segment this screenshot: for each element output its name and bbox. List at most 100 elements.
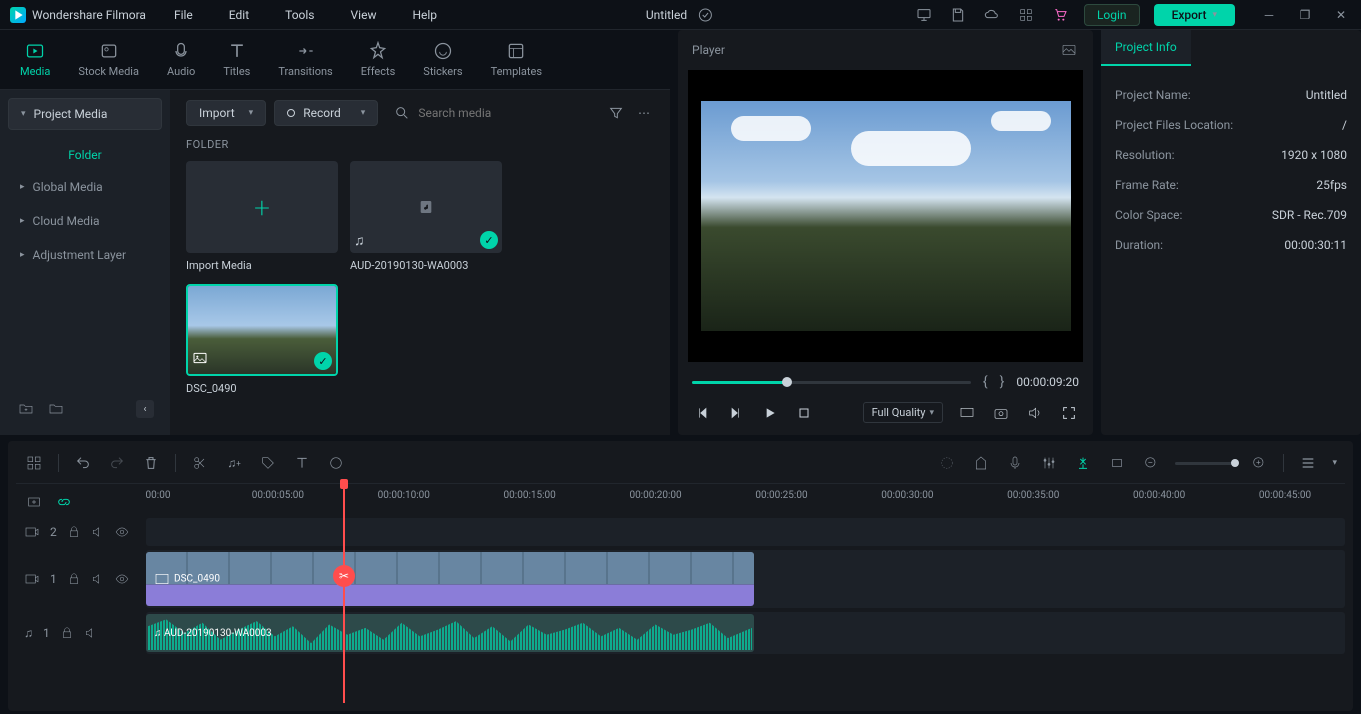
tab-templates[interactable]: Templates bbox=[491, 41, 542, 78]
record-dropdown[interactable]: Record▾ bbox=[274, 100, 378, 126]
video-clip[interactable]: DSC_0490 bbox=[146, 552, 754, 606]
search-icon bbox=[394, 105, 410, 121]
cloud-icon[interactable] bbox=[982, 5, 1002, 25]
play-button[interactable] bbox=[760, 403, 780, 423]
mic-button[interactable] bbox=[1005, 453, 1025, 473]
add-track-button[interactable] bbox=[24, 492, 44, 512]
tab-stock-media[interactable]: Stock Media bbox=[78, 41, 139, 78]
mark-out-button[interactable]: } bbox=[1000, 374, 1005, 390]
collapse-sidebar-button[interactable]: ‹ bbox=[136, 400, 154, 418]
delete-button[interactable] bbox=[141, 453, 161, 473]
import-dropdown[interactable]: Import▾ bbox=[186, 100, 266, 126]
crop-button[interactable] bbox=[1107, 453, 1127, 473]
quality-dropdown[interactable]: Full Quality▾ bbox=[863, 402, 943, 423]
track-lane[interactable] bbox=[146, 518, 1345, 546]
tab-media[interactable]: Media bbox=[20, 41, 50, 78]
color-button[interactable] bbox=[326, 453, 346, 473]
player-viewport[interactable] bbox=[688, 70, 1083, 362]
search-input[interactable] bbox=[418, 106, 590, 120]
sidebar-item-adjustment-layer[interactable]: ▸Adjustment Layer bbox=[8, 238, 162, 272]
link-button[interactable] bbox=[54, 492, 74, 512]
save-icon[interactable] bbox=[948, 5, 968, 25]
mark-in-button[interactable]: { bbox=[983, 374, 988, 390]
menu-file[interactable]: File bbox=[166, 4, 201, 26]
media-tile-image[interactable]: ✓ DSC_0490 bbox=[186, 284, 338, 395]
menu-edit[interactable]: Edit bbox=[221, 4, 257, 26]
snapshot-icon[interactable] bbox=[991, 403, 1011, 423]
list-view-button[interactable] bbox=[1298, 453, 1318, 473]
folder-add-icon[interactable] bbox=[16, 399, 36, 419]
split-button[interactable] bbox=[190, 453, 210, 473]
menu-tools[interactable]: Tools bbox=[277, 4, 322, 26]
marker-button[interactable] bbox=[971, 453, 991, 473]
track-mute-icon[interactable] bbox=[91, 525, 105, 539]
folder-label[interactable]: Folder bbox=[8, 140, 162, 170]
menu-help[interactable]: Help bbox=[404, 4, 445, 26]
folder-section-header: FOLDER bbox=[186, 138, 654, 151]
volume-icon[interactable] bbox=[1025, 403, 1045, 423]
image-type-icon bbox=[192, 350, 208, 370]
layout-icon[interactable] bbox=[24, 453, 44, 473]
apps-icon[interactable] bbox=[1016, 5, 1036, 25]
tab-audio[interactable]: Audio bbox=[167, 41, 195, 78]
music-file-icon bbox=[418, 199, 434, 215]
timeline-ruler[interactable]: 00:00 00:00:05:00 00:00:10:00 00:00:15:0… bbox=[146, 490, 1345, 514]
more-icon[interactable]: ⋯ bbox=[634, 103, 654, 123]
cart-icon[interactable] bbox=[1050, 5, 1070, 25]
tab-stickers[interactable]: Stickers bbox=[423, 41, 462, 78]
track-mute-icon[interactable] bbox=[84, 626, 98, 640]
tab-effects[interactable]: Effects bbox=[361, 41, 396, 78]
login-button[interactable]: Login bbox=[1084, 4, 1140, 26]
sidebar-item-cloud-media[interactable]: ▸Cloud Media bbox=[8, 204, 162, 238]
export-button[interactable]: Export▾ bbox=[1154, 4, 1235, 26]
folder-icon[interactable] bbox=[46, 399, 66, 419]
maximize-button[interactable]: ❐ bbox=[1295, 5, 1315, 25]
project-media-button[interactable]: ▾Project Media bbox=[8, 98, 162, 130]
tag-button[interactable] bbox=[258, 453, 278, 473]
track-hide-icon[interactable] bbox=[115, 525, 129, 539]
redo-button[interactable] bbox=[107, 453, 127, 473]
menu-view[interactable]: View bbox=[343, 4, 385, 26]
track-lock-icon[interactable] bbox=[67, 525, 81, 539]
aim-icon[interactable] bbox=[937, 453, 957, 473]
track-lane[interactable]: DSC_0490 bbox=[146, 550, 1345, 608]
mixer-button[interactable] bbox=[1039, 453, 1059, 473]
audio-detach-button[interactable]: ♫+ bbox=[224, 453, 244, 473]
close-button[interactable]: ✕ bbox=[1331, 5, 1351, 25]
zoom-out-button[interactable] bbox=[1141, 453, 1161, 473]
display-icon[interactable] bbox=[957, 403, 977, 423]
text-button[interactable] bbox=[292, 453, 312, 473]
player-progress[interactable] bbox=[692, 381, 971, 384]
magnet-button[interactable] bbox=[1073, 453, 1093, 473]
tab-transitions[interactable]: Transitions bbox=[278, 41, 332, 78]
player-settings-icon[interactable] bbox=[1059, 40, 1079, 60]
search-box[interactable] bbox=[386, 105, 598, 121]
track-video-1: 1 DSC_0490 bbox=[16, 550, 1345, 608]
desktop-icon[interactable] bbox=[914, 5, 934, 25]
scissors-icon[interactable]: ✂ bbox=[333, 565, 355, 587]
undo-button[interactable] bbox=[73, 453, 93, 473]
check-icon: ✓ bbox=[480, 231, 498, 249]
stop-button[interactable] bbox=[794, 403, 814, 423]
media-tile-audio[interactable]: ♫ ✓ AUD-20190130-WA0003 bbox=[350, 161, 502, 272]
playhead[interactable]: ✂ bbox=[343, 481, 345, 703]
track-lane[interactable]: ♫ AUD-20190130-WA0003 bbox=[146, 612, 1345, 654]
zoom-in-button[interactable] bbox=[1249, 453, 1269, 473]
zoom-slider[interactable] bbox=[1175, 462, 1235, 465]
track-lock-icon[interactable] bbox=[60, 626, 74, 640]
filter-icon[interactable] bbox=[606, 103, 626, 123]
minimize-button[interactable]: ─ bbox=[1259, 5, 1279, 25]
fullscreen-icon[interactable] bbox=[1059, 403, 1079, 423]
media-tile-import[interactable]: + Import Media bbox=[186, 161, 338, 272]
track-lock-icon[interactable] bbox=[67, 572, 81, 586]
track-hide-icon[interactable] bbox=[115, 572, 129, 586]
track-mute-icon[interactable] bbox=[91, 572, 105, 586]
tab-titles[interactable]: Titles bbox=[223, 41, 250, 78]
step-button[interactable] bbox=[726, 403, 746, 423]
prev-frame-button[interactable] bbox=[692, 403, 712, 423]
track-audio-1: ♫ 1 ♫ AUD-20190130-WA0003 bbox=[16, 612, 1345, 654]
audio-clip[interactable]: ♫ AUD-20190130-WA0003 bbox=[146, 614, 754, 652]
sidebar-item-global-media[interactable]: ▸Global Media bbox=[8, 170, 162, 204]
tab-project-info[interactable]: Project Info bbox=[1101, 30, 1191, 66]
info-panel: Project Info Project Name:Untitled Proje… bbox=[1101, 30, 1361, 435]
